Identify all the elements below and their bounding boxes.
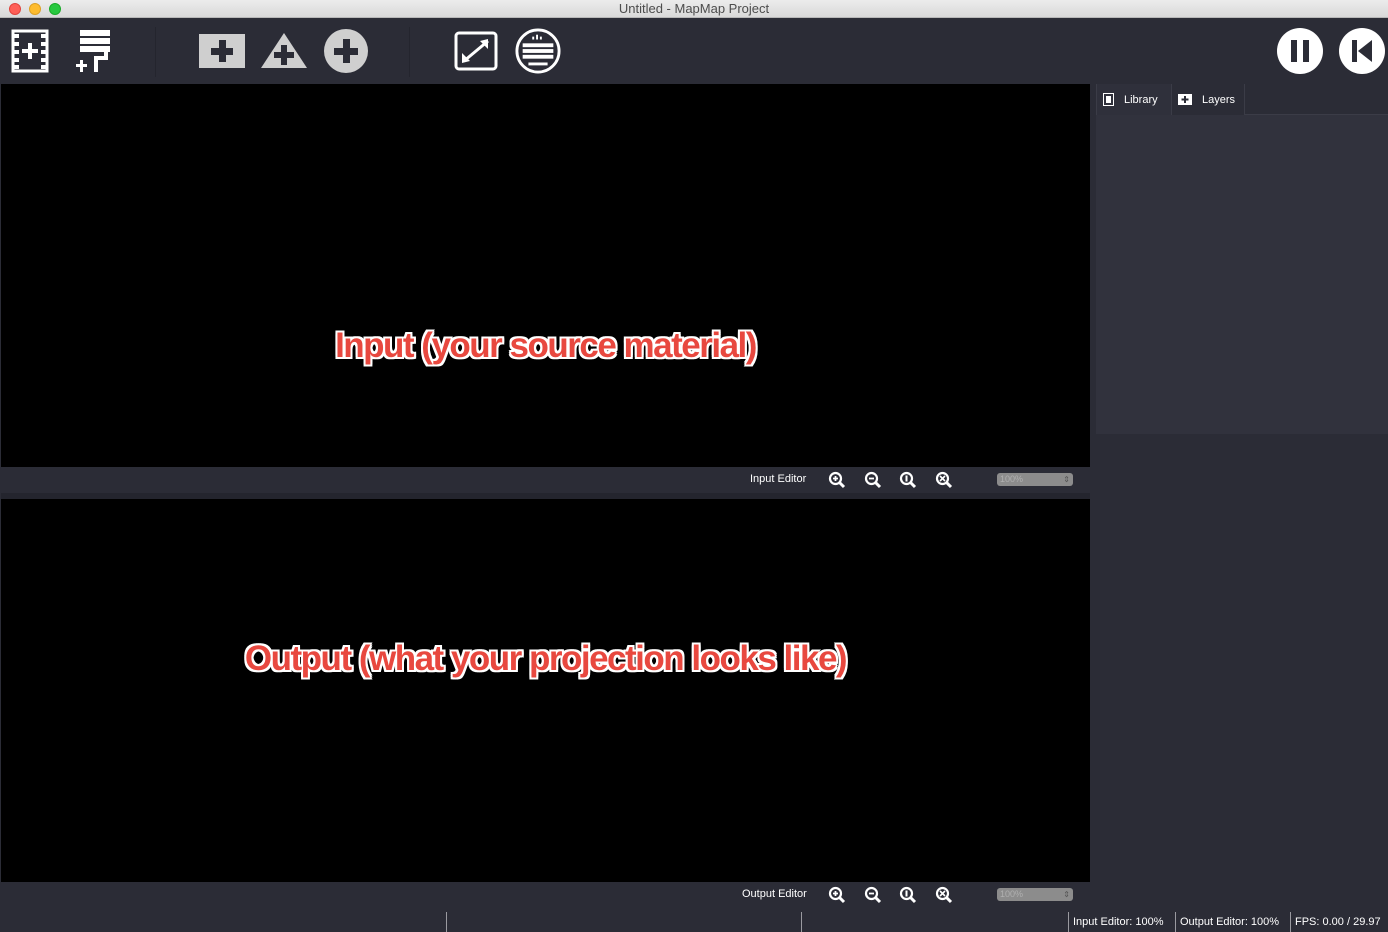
panel-tabs: Library Layers — [1096, 84, 1388, 115]
film-icon — [1103, 93, 1114, 106]
status-output-zoom: Output Editor: 100% — [1180, 916, 1280, 928]
status-separator — [1290, 912, 1291, 932]
add-ellipse-button[interactable] — [323, 28, 369, 74]
tab-library[interactable]: Library — [1096, 84, 1172, 115]
pause-icon — [1277, 28, 1323, 74]
paint-roller-plus-icon — [76, 30, 110, 72]
triangle-plus-icon — [261, 33, 307, 68]
main-toolbar — [0, 19, 1388, 83]
fullscreen-button[interactable] — [453, 28, 499, 74]
output-zoom-select[interactable]: 100% ⇕ — [997, 888, 1073, 901]
tab-library-label: Library — [1124, 93, 1158, 106]
zoom-out-icon[interactable] — [864, 886, 882, 904]
zoom-reset-icon[interactable] — [899, 471, 917, 489]
film-plus-icon — [11, 29, 49, 73]
status-bar: Input Editor: 100% Output Editor: 100% F… — [0, 910, 1388, 932]
zoom-reset-icon[interactable] — [899, 886, 917, 904]
status-fps: FPS: 0.00 / 29.97 — [1295, 916, 1381, 928]
pause-button[interactable] — [1277, 28, 1323, 74]
right-panel: Library Layers — [1096, 84, 1388, 910]
output-editor-bar: Output Editor 100% ⇕ — [1, 882, 1090, 908]
toolbar-separator — [409, 27, 410, 77]
rewind-button[interactable] — [1339, 28, 1385, 74]
input-zoom-select[interactable]: 100% ⇕ — [997, 473, 1073, 486]
zoom-in-icon[interactable] — [828, 886, 846, 904]
square-plus-icon — [199, 34, 245, 68]
add-quad-button[interactable] — [199, 28, 245, 74]
status-input-zoom: Input Editor: 100% — [1073, 916, 1164, 928]
add-color-button[interactable] — [69, 28, 115, 74]
output-overlay-label: Output (what your projection looks like) — [244, 639, 848, 678]
toolbar-separator — [155, 27, 156, 77]
input-zoom-value: 100% — [1000, 474, 1024, 484]
status-separator — [446, 912, 447, 932]
circle-plus-icon — [324, 29, 368, 73]
output-editor-canvas[interactable]: Output (what your projection looks like) — [1, 499, 1090, 882]
input-editor-bar: Input Editor 100% ⇕ — [1, 467, 1090, 493]
status-separator — [1068, 912, 1069, 932]
skip-back-icon — [1339, 28, 1385, 74]
chevron-updown-icon: ⇕ — [1063, 890, 1070, 899]
output-editor-label: Output Editor — [742, 888, 807, 900]
status-separator — [1175, 912, 1176, 932]
add-triangle-button[interactable] — [261, 28, 307, 74]
library-list[interactable] — [1096, 115, 1388, 434]
layers-plus-icon — [1178, 94, 1192, 105]
keyboard-icon — [515, 28, 561, 74]
zoom-out-icon[interactable] — [864, 471, 882, 489]
status-separator — [801, 912, 802, 932]
output-zoom-value: 100% — [1000, 889, 1024, 899]
add-video-button[interactable] — [7, 28, 53, 74]
console-button[interactable] — [515, 28, 561, 74]
fullscreen-icon — [454, 31, 498, 71]
input-editor-label: Input Editor — [750, 473, 807, 485]
tab-layers-label: Layers — [1202, 93, 1236, 106]
input-overlay-label: Input (your source material) — [335, 326, 757, 365]
window-title: Untitled - MapMap Project — [618, 1, 770, 16]
input-editor-canvas[interactable]: Input (your source material) — [1, 84, 1090, 467]
chevron-updown-icon: ⇕ — [1063, 475, 1070, 484]
zoom-fit-icon[interactable] — [935, 886, 953, 904]
title-bar: Untitled - MapMap Project — [0, 0, 1388, 18]
tab-layers[interactable]: Layers — [1172, 84, 1245, 115]
zoom-in-icon[interactable] — [828, 471, 846, 489]
zoom-fit-icon[interactable] — [935, 471, 953, 489]
